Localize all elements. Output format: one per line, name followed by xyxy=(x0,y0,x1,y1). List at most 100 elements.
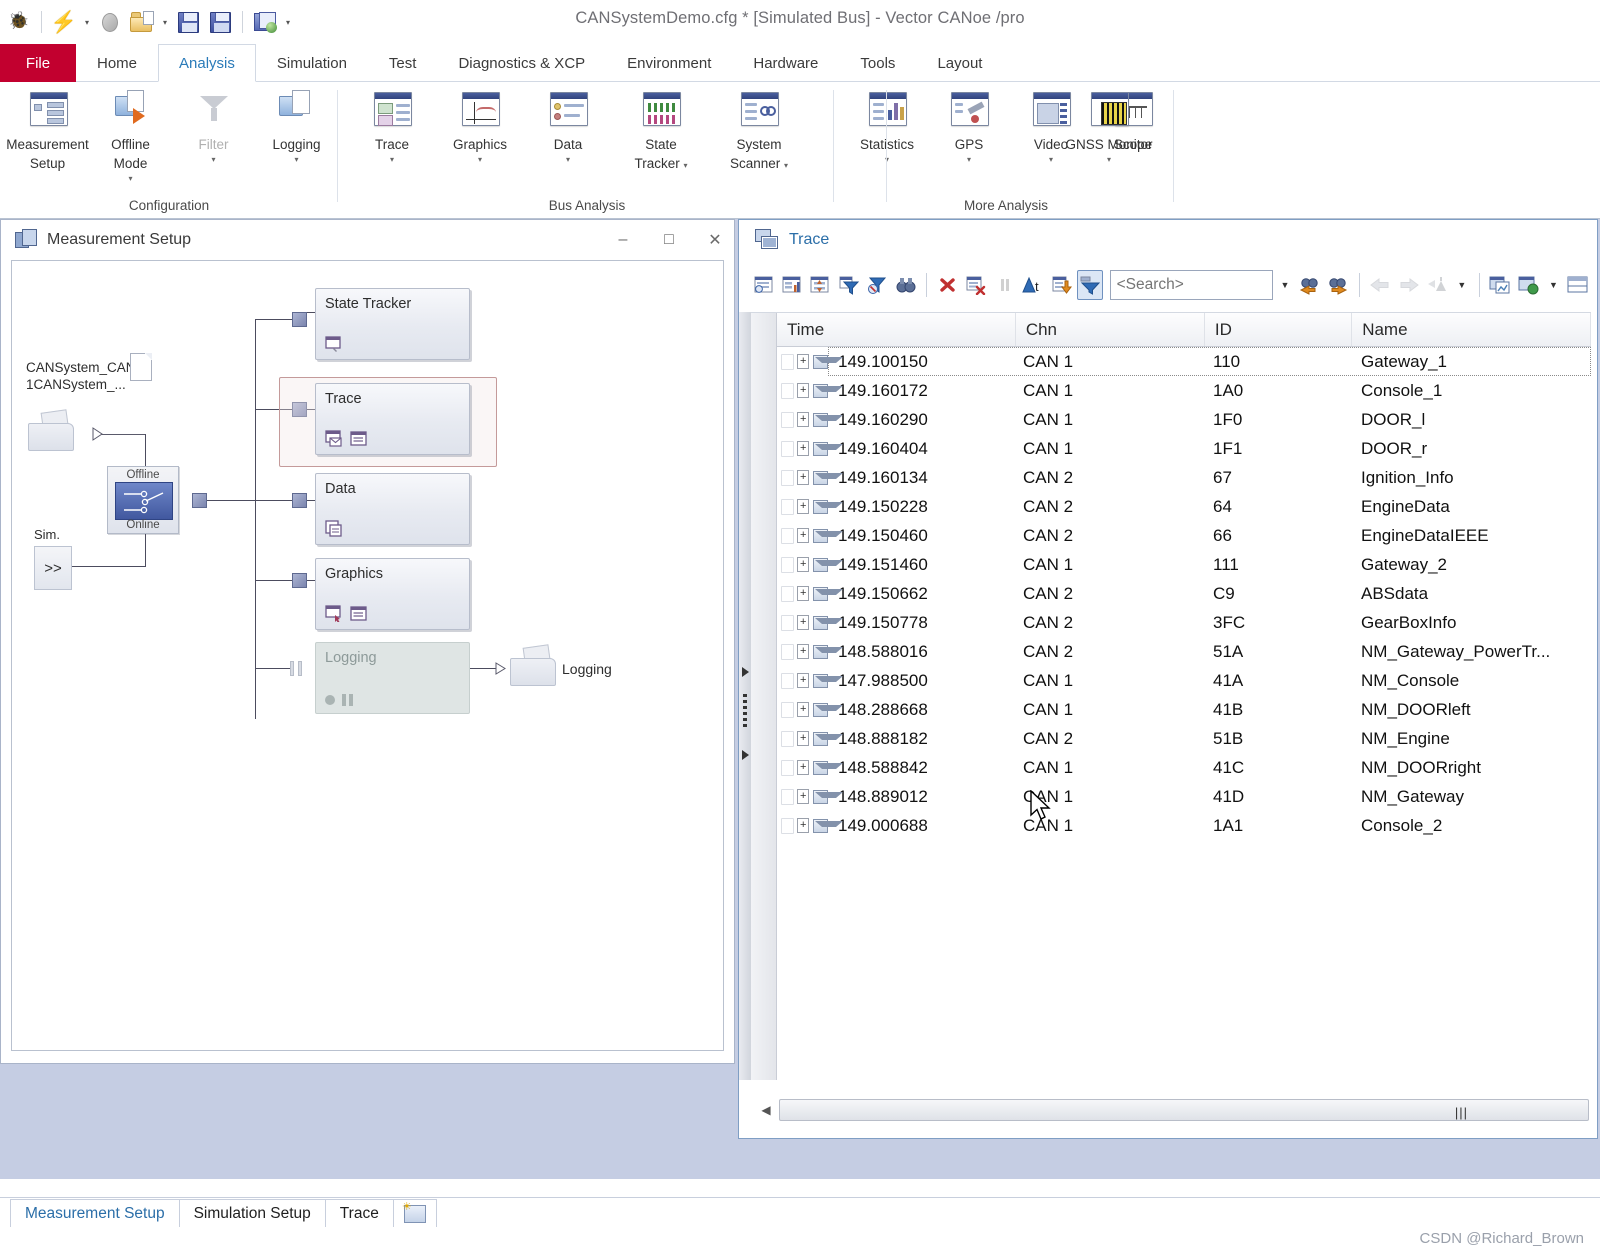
scrollbar-track[interactable]: ||| xyxy=(779,1099,1589,1121)
list-icon[interactable] xyxy=(350,430,368,447)
table-row[interactable]: +149.160134 CAN 2 67 Ignition_Info xyxy=(777,463,1591,492)
expand-row-icon[interactable]: + xyxy=(797,789,810,804)
new-window-icon[interactable] xyxy=(1516,270,1541,300)
table-row[interactable]: +149.150778 CAN 2 3FC GearBoxInfo xyxy=(777,608,1591,637)
tab-layout[interactable]: Layout xyxy=(916,44,1003,82)
table-row[interactable]: +149.160404 CAN 1 1F1 DOOR_r xyxy=(777,434,1591,463)
panel-icon[interactable] xyxy=(325,520,343,537)
filter-icon[interactable] xyxy=(836,270,861,300)
export-icon[interactable] xyxy=(1049,270,1074,300)
remove-filter-icon[interactable] xyxy=(865,270,890,300)
ribbon-button-measurement-setup[interactable]: Measurement Setup xyxy=(6,88,89,172)
expand-row-icon[interactable]: + xyxy=(797,586,810,601)
absolute-time-icon[interactable]: t xyxy=(1020,270,1045,300)
bottom-tab-simulation-setup[interactable]: Simulation Setup xyxy=(178,1199,326,1227)
expand-row-icon[interactable]: + xyxy=(797,383,810,398)
expand-row-icon[interactable]: + xyxy=(797,499,810,514)
expand-row-icon[interactable]: + xyxy=(797,354,810,369)
chevron-down-icon[interactable]: ▾ xyxy=(784,161,788,170)
tab-tools[interactable]: Tools xyxy=(839,44,916,82)
expand-row-icon[interactable]: + xyxy=(797,557,810,572)
chevron-down-icon[interactable]: ▾ xyxy=(684,161,688,170)
node-state-tracker[interactable]: State Tracker xyxy=(315,288,470,360)
port-logging-disabled[interactable] xyxy=(290,661,304,676)
record-icon[interactable] xyxy=(325,695,335,705)
row-checkbox[interactable] xyxy=(781,672,795,689)
find-next-icon[interactable] xyxy=(1325,270,1350,300)
node-data[interactable]: Data xyxy=(315,473,470,545)
scrollbar-grip-icon[interactable]: ||| xyxy=(1455,1105,1468,1120)
row-checkbox[interactable] xyxy=(781,556,795,573)
row-checkbox[interactable] xyxy=(781,585,795,602)
list-icon[interactable] xyxy=(350,605,368,622)
row-checkbox[interactable] xyxy=(781,730,795,747)
node-graphics[interactable]: Graphics xyxy=(315,558,470,630)
port-graphics[interactable] xyxy=(292,573,307,588)
tab-home[interactable]: Home xyxy=(76,44,158,82)
ribbon-button-graphics[interactable]: Graphics ▾ xyxy=(436,88,524,164)
tab-diagnostics-xcp[interactable]: Diagnostics & XCP xyxy=(437,44,606,82)
column-header-time[interactable]: Time xyxy=(777,313,1016,346)
chevron-down-icon[interactable]: ▾ xyxy=(1107,156,1111,164)
offline-online-switch[interactable]: Offline Online xyxy=(107,466,179,534)
expand-row-icon[interactable]: + xyxy=(797,615,810,630)
tab-environment[interactable]: Environment xyxy=(606,44,732,82)
new-window-dropdown-icon[interactable]: ▼ xyxy=(1545,280,1563,290)
table-row[interactable]: +148.889012 CAN 1 41D NM_Gateway xyxy=(777,782,1591,811)
row-checkbox[interactable] xyxy=(781,469,795,486)
ribbon-button-gps[interactable]: GPS ▾ xyxy=(928,88,1010,164)
table-row[interactable]: +149.160290 CAN 1 1F0 DOOR_l xyxy=(777,405,1591,434)
marker-dropdown-icon[interactable]: ▼ xyxy=(1453,280,1471,290)
ribbon-button-system-scanner[interactable]: System Scanner ▾ xyxy=(710,88,808,172)
sim-expand-button[interactable]: >> xyxy=(34,546,72,590)
table-row[interactable]: +147.988500 CAN 1 41A NM_Console xyxy=(777,666,1591,695)
clear-red-x-icon[interactable] xyxy=(935,270,960,300)
row-checkbox[interactable] xyxy=(781,498,795,515)
expand-row-icon[interactable]: + xyxy=(797,441,810,456)
row-checkbox[interactable] xyxy=(781,527,795,544)
ribbon-button-trace[interactable]: Trace ▾ xyxy=(348,88,436,164)
row-checkbox[interactable] xyxy=(781,614,795,631)
tab-hardware[interactable]: Hardware xyxy=(732,44,839,82)
scroll-left-icon[interactable]: ◀ xyxy=(757,1103,775,1117)
column-header-chn[interactable]: Chn xyxy=(1016,313,1205,346)
chevron-down-icon[interactable]: ▾ xyxy=(128,175,132,183)
tab-test[interactable]: Test xyxy=(368,44,438,82)
expand-collapse-icon[interactable] xyxy=(808,270,833,300)
ribbon-button-data[interactable]: Data ▾ xyxy=(524,88,612,164)
chevron-down-icon[interactable]: ▾ xyxy=(294,156,298,164)
node-logging[interactable]: Logging xyxy=(315,642,470,714)
ribbon-button-gnss-monitor[interactable]: GNSS Monitor ▾ xyxy=(1060,88,1158,164)
row-checkbox[interactable] xyxy=(781,643,795,660)
search-field[interactable] xyxy=(1116,276,1266,294)
table-row[interactable]: +149.150662 CAN 2 C9 ABSdata xyxy=(777,579,1591,608)
expand-row-icon[interactable]: + xyxy=(797,470,810,485)
expand-row-icon[interactable]: + xyxy=(797,818,810,833)
table-row[interactable]: +149.151460 CAN 1 111 Gateway_2 xyxy=(777,550,1591,579)
ribbon-button-statistics[interactable]: Statistics ▾ xyxy=(846,88,928,164)
row-checkbox[interactable] xyxy=(781,817,795,834)
measurement-setup-canvas[interactable]: CANSystem_CAN 1CANSystem_... Offline Onl… xyxy=(11,260,724,1051)
close-icon[interactable]: ✕ xyxy=(702,227,728,253)
bottom-tab-trace[interactable]: Trace xyxy=(324,1199,394,1227)
table-row[interactable]: +148.588016 CAN 2 51A NM_Gateway_PowerTr... xyxy=(777,637,1591,666)
bottom-tab-add-window-icon[interactable] xyxy=(392,1199,437,1227)
find-previous-icon[interactable] xyxy=(1297,270,1322,300)
row-checkbox[interactable] xyxy=(781,788,795,805)
ribbon-button-offline-mode[interactable]: Offline Mode ▾ xyxy=(89,88,172,183)
splitter-collapse-icon[interactable] xyxy=(742,750,749,760)
search-input[interactable] xyxy=(1109,270,1273,300)
table-row[interactable]: +149.160172 CAN 1 1A0 Console_1 xyxy=(777,376,1591,405)
expand-row-icon[interactable]: + xyxy=(797,528,810,543)
table-row[interactable]: +149.150460 CAN 2 66 EngineDataIEEE xyxy=(777,521,1591,550)
expand-row-icon[interactable]: + xyxy=(797,702,810,717)
row-checkbox[interactable] xyxy=(781,353,795,370)
analysis-filter-icon[interactable] xyxy=(1077,270,1103,300)
tab-simulation[interactable]: Simulation xyxy=(256,44,368,82)
port-data[interactable] xyxy=(292,493,307,508)
expand-row-icon[interactable]: + xyxy=(797,412,810,427)
ribbon-button-logging[interactable]: Logging ▾ xyxy=(255,88,338,164)
minimize-icon[interactable]: – xyxy=(610,227,636,253)
expand-row-icon[interactable]: + xyxy=(797,644,810,659)
find-binoculars-icon[interactable] xyxy=(893,270,918,300)
